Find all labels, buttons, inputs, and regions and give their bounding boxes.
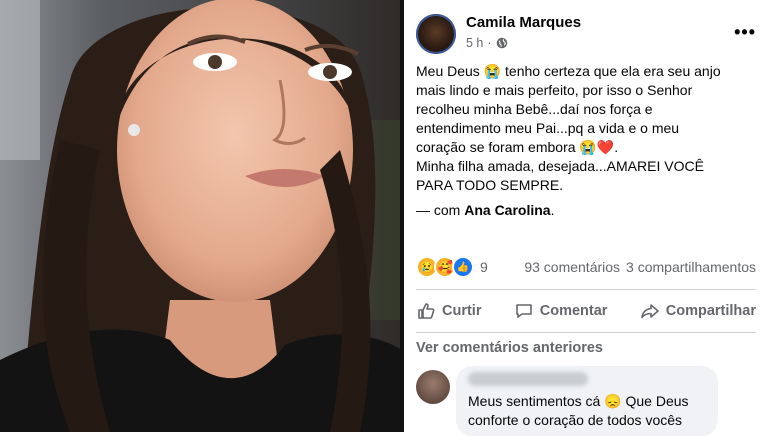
post-text-line: Meu Deus 😭 tenho certeza que ela era seu… (416, 63, 721, 79)
share-icon (640, 304, 659, 319)
post-stats: 93 comentários 3 compartilhamentos (524, 259, 756, 275)
post-header: Camila Marques 5 h · ••• (416, 10, 756, 58)
like-reaction-icon: 👍 (452, 256, 474, 278)
commenter-avatar[interactable] (416, 370, 450, 404)
post-text: Meu Deus 😭 tenho certeza que ela era seu… (416, 62, 756, 220)
commenter-name-blurred[interactable] (468, 372, 588, 386)
post-text-line: coração se foram embora 😭❤️. (416, 139, 619, 155)
share-label: Compartilhar (665, 303, 756, 319)
comment-text: Meus sentimentos cá 😞 Que Deus conforte … (468, 392, 718, 430)
view-previous-comments-link[interactable]: Ver comentários anteriores (416, 340, 603, 356)
like-label: Curtir (442, 303, 482, 319)
post-text-line: entendimento meu Pai...pq a vida e o meu (416, 120, 680, 136)
comment-text-line: conforte o coração de todos vocês (468, 412, 683, 428)
comment-label: Comentar (539, 303, 608, 319)
tagged-prefix: — com (416, 202, 461, 218)
author-name[interactable]: Camila Marques (466, 14, 581, 31)
reaction-count[interactable]: 9 (480, 259, 488, 275)
post-text-line: Minha filha amada, desejada...AMAREI VOC… (416, 158, 704, 174)
reaction-icons[interactable]: 😢 🥰 👍 (416, 256, 474, 278)
tagged-person-link[interactable]: Ana Carolina (464, 202, 550, 218)
divider (416, 332, 756, 333)
shares-count-link[interactable]: 3 compartilhamentos (626, 259, 756, 275)
more-options-icon[interactable]: ••• (734, 22, 756, 43)
like-button[interactable]: Curtir (416, 294, 481, 328)
post-text-line: PARA TODO SEMPRE. (416, 177, 564, 193)
comment-icon (515, 304, 532, 318)
post-text-line: recolheu minha Bebê...daí nos força e (416, 101, 653, 117)
post-text-line: mais lindo e mais perfeito, por isso o S… (416, 82, 693, 98)
thumbs-up-icon (418, 303, 435, 319)
post-time[interactable]: 5 h (466, 36, 483, 50)
action-bar: Curtir Comentar Compartilhar (416, 294, 756, 328)
tagged-suffix: . (550, 202, 555, 218)
tagged-with: — com Ana Carolina. (416, 201, 756, 220)
post-meta: 5 h · (466, 36, 508, 50)
globe-icon (496, 37, 507, 49)
comment-item: Meus sentimentos cá 😞 Que Deus conforte … (416, 366, 756, 436)
comment-button[interactable]: Comentar (514, 294, 608, 328)
portrait-image (0, 0, 402, 432)
author-avatar[interactable] (416, 14, 456, 54)
share-button[interactable]: Compartilhar (640, 294, 756, 328)
reactions-bar: 😢 🥰 👍 9 93 comentários 3 compartilhament… (416, 256, 756, 278)
divider (416, 289, 756, 290)
comment-text-line: Meus sentimentos cá 😞 Que Deus (468, 393, 689, 409)
comments-count-link[interactable]: 93 comentários (524, 259, 620, 275)
post-photo[interactable] (0, 0, 402, 432)
post-panel: Camila Marques 5 h · ••• Meu Deus 😭 tenh… (404, 0, 768, 436)
